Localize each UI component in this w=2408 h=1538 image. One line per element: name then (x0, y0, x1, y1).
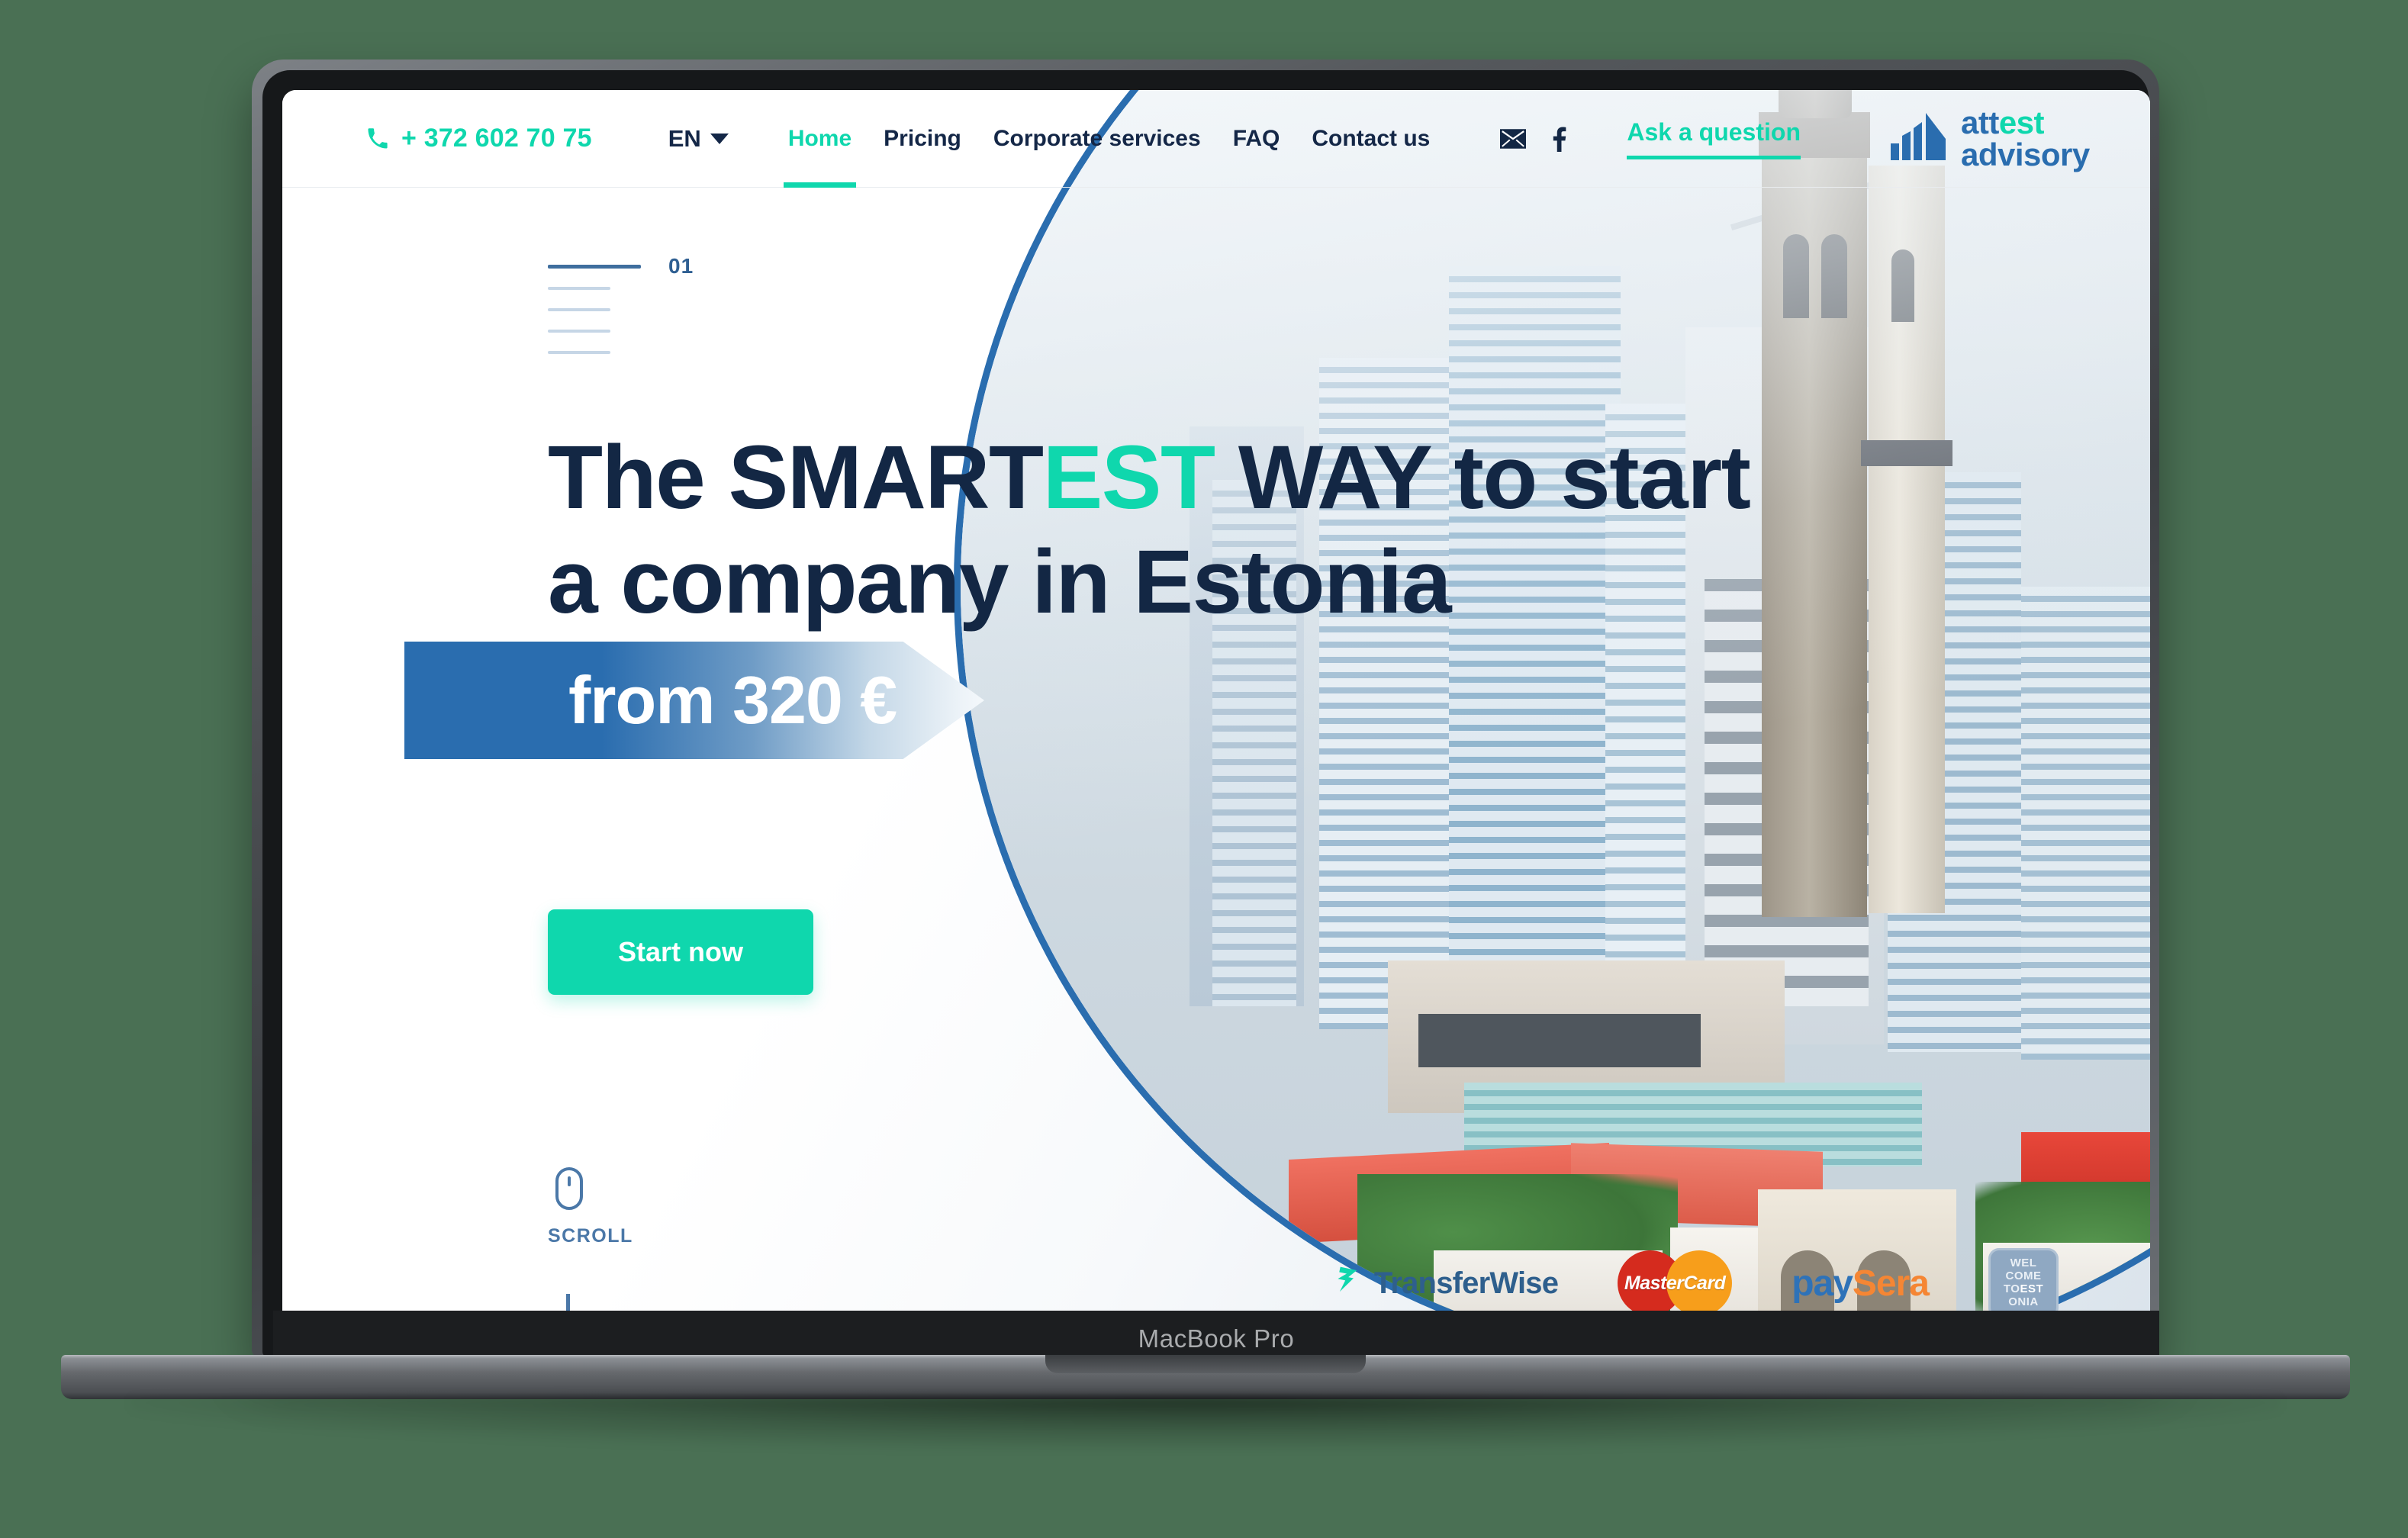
language-current: EN (668, 124, 701, 152)
slide-tick-3[interactable] (548, 308, 610, 311)
partner-logos: TransferWise MasterCard paySera WEL COME… (1333, 1248, 2059, 1311)
headline-line1-a: The SMART (548, 427, 1044, 528)
laptop-inner-bezel: + 372 602 70 75 EN Home Pricing Corporat… (262, 70, 2159, 1367)
we-line4: ONIA (2008, 1295, 2039, 1308)
paysera-label: paySera (1792, 1263, 1930, 1305)
we-line3-est: EST (2020, 1282, 2044, 1295)
headline-line1: The SMARTEST WAY to start (548, 427, 1751, 528)
nav-link-home[interactable]: Home (783, 90, 857, 188)
slide-tick-4[interactable] (548, 330, 610, 333)
nav-link-contact-us[interactable]: Contact us (1312, 90, 1430, 188)
transferwise-label: TransferWise (1373, 1266, 1559, 1300)
photo-haze-overlay (961, 90, 2150, 1311)
ask-a-question-label: Ask a question (1627, 117, 1801, 146)
chevron-down-icon (710, 133, 729, 144)
we-line3-to: TO (2003, 1282, 2020, 1295)
hero-headline: The SMARTEST WAY to start a company in E… (548, 426, 1751, 635)
mastercard-logo[interactable]: MasterCard (1618, 1250, 1733, 1311)
slide-number: 01 (668, 254, 694, 278)
price-banner: from 320 € (404, 642, 984, 759)
slide-indicator: 01 (548, 254, 694, 354)
welcome-to-estonia-logo[interactable]: WEL COME TOEST ONIA (1988, 1248, 2059, 1311)
email-icon[interactable] (1500, 128, 1527, 149)
transferwise-mark-icon (1333, 1263, 1374, 1304)
laptop-base-notch (1045, 1355, 1366, 1373)
slide-tick-1[interactable] (548, 265, 641, 269)
headline-line1-b: WAY to start (1214, 427, 1751, 528)
slide-ticks (548, 254, 641, 354)
brand-logo[interactable]: attest advisory (1890, 105, 2090, 172)
site-header: + 372 602 70 75 EN Home Pricing Corporat… (282, 90, 2150, 188)
language-switcher[interactable]: EN (668, 125, 729, 153)
phone-icon (366, 127, 389, 150)
vertical-accent-line (566, 1294, 570, 1311)
facebook-icon[interactable] (1552, 126, 1567, 152)
paysera-logo[interactable]: paySera (1792, 1263, 1930, 1305)
mastercard-label: MasterCard (1624, 1272, 1726, 1294)
slide-tick-5[interactable] (548, 351, 610, 354)
brand-logo-line1: attest (1960, 105, 2090, 141)
welcome-to-estonia-badge: WEL COME TOEST ONIA (1988, 1248, 2059, 1311)
slide-tick-2[interactable] (548, 287, 610, 290)
scroll-hint[interactable]: SCROLL (548, 1167, 633, 1247)
paysera-label-blue: pay (1792, 1263, 1853, 1304)
laptop-screen-bezel: + 372 602 70 75 EN Home Pricing Corporat… (252, 60, 2159, 1367)
header-phone[interactable]: + 372 602 70 75 (366, 124, 592, 153)
mouse-wheel (568, 1176, 571, 1186)
laptop-base (61, 1355, 2350, 1399)
scroll-label: SCROLL (548, 1225, 633, 1247)
brand-logo-est: est (1998, 105, 2045, 141)
header-social-links (1500, 126, 1567, 152)
start-now-button[interactable]: Start now (548, 909, 813, 995)
nav-link-corporate-services[interactable]: Corporate services (993, 90, 1201, 188)
attest-bars-logo-icon (1890, 113, 1946, 164)
headline-est-highlight: EST (1042, 427, 1216, 528)
header-phone-number: + 372 602 70 75 (401, 124, 592, 153)
tallinn-cityscape-photo (961, 90, 2150, 1311)
headline-line2: a company in Estonia (548, 531, 1452, 632)
nav-link-faq[interactable]: FAQ (1233, 90, 1280, 188)
mastercard-mark-icon: MasterCard (1618, 1250, 1733, 1311)
brand-logo-line2: advisory (1960, 136, 2090, 172)
price-banner-text: from 320 € (568, 662, 897, 738)
browser-viewport: + 372 602 70 75 EN Home Pricing Corporat… (282, 90, 2150, 1311)
mouse-scroll-icon (555, 1167, 583, 1210)
brand-logo-att: att (1960, 105, 1999, 141)
we-line3: TOEST (2003, 1282, 2044, 1296)
nav-link-pricing[interactable]: Pricing (884, 90, 961, 188)
website-page: + 372 602 70 75 EN Home Pricing Corporat… (282, 90, 2150, 1311)
main-navigation: Home Pricing Corporate services FAQ Cont… (783, 90, 1430, 188)
laptop-base-shadow (130, 1396, 2281, 1450)
transferwise-logo[interactable]: TransferWise (1333, 1263, 1559, 1304)
ask-a-question-link[interactable]: Ask a question (1627, 118, 1801, 159)
hero-photo-disc (954, 90, 2150, 1311)
paysera-label-orange: Sera (1852, 1263, 1930, 1304)
we-line2: COME (2005, 1269, 2042, 1283)
laptop-mockup: + 372 602 70 75 EN Home Pricing Corporat… (61, 60, 2350, 1450)
laptop-brand-label: MacBook Pro (1138, 1324, 1295, 1353)
brand-logo-text: attest advisory (1960, 105, 2090, 172)
ask-a-question-underline (1627, 155, 1801, 159)
we-line1: WEL (2010, 1256, 2037, 1270)
